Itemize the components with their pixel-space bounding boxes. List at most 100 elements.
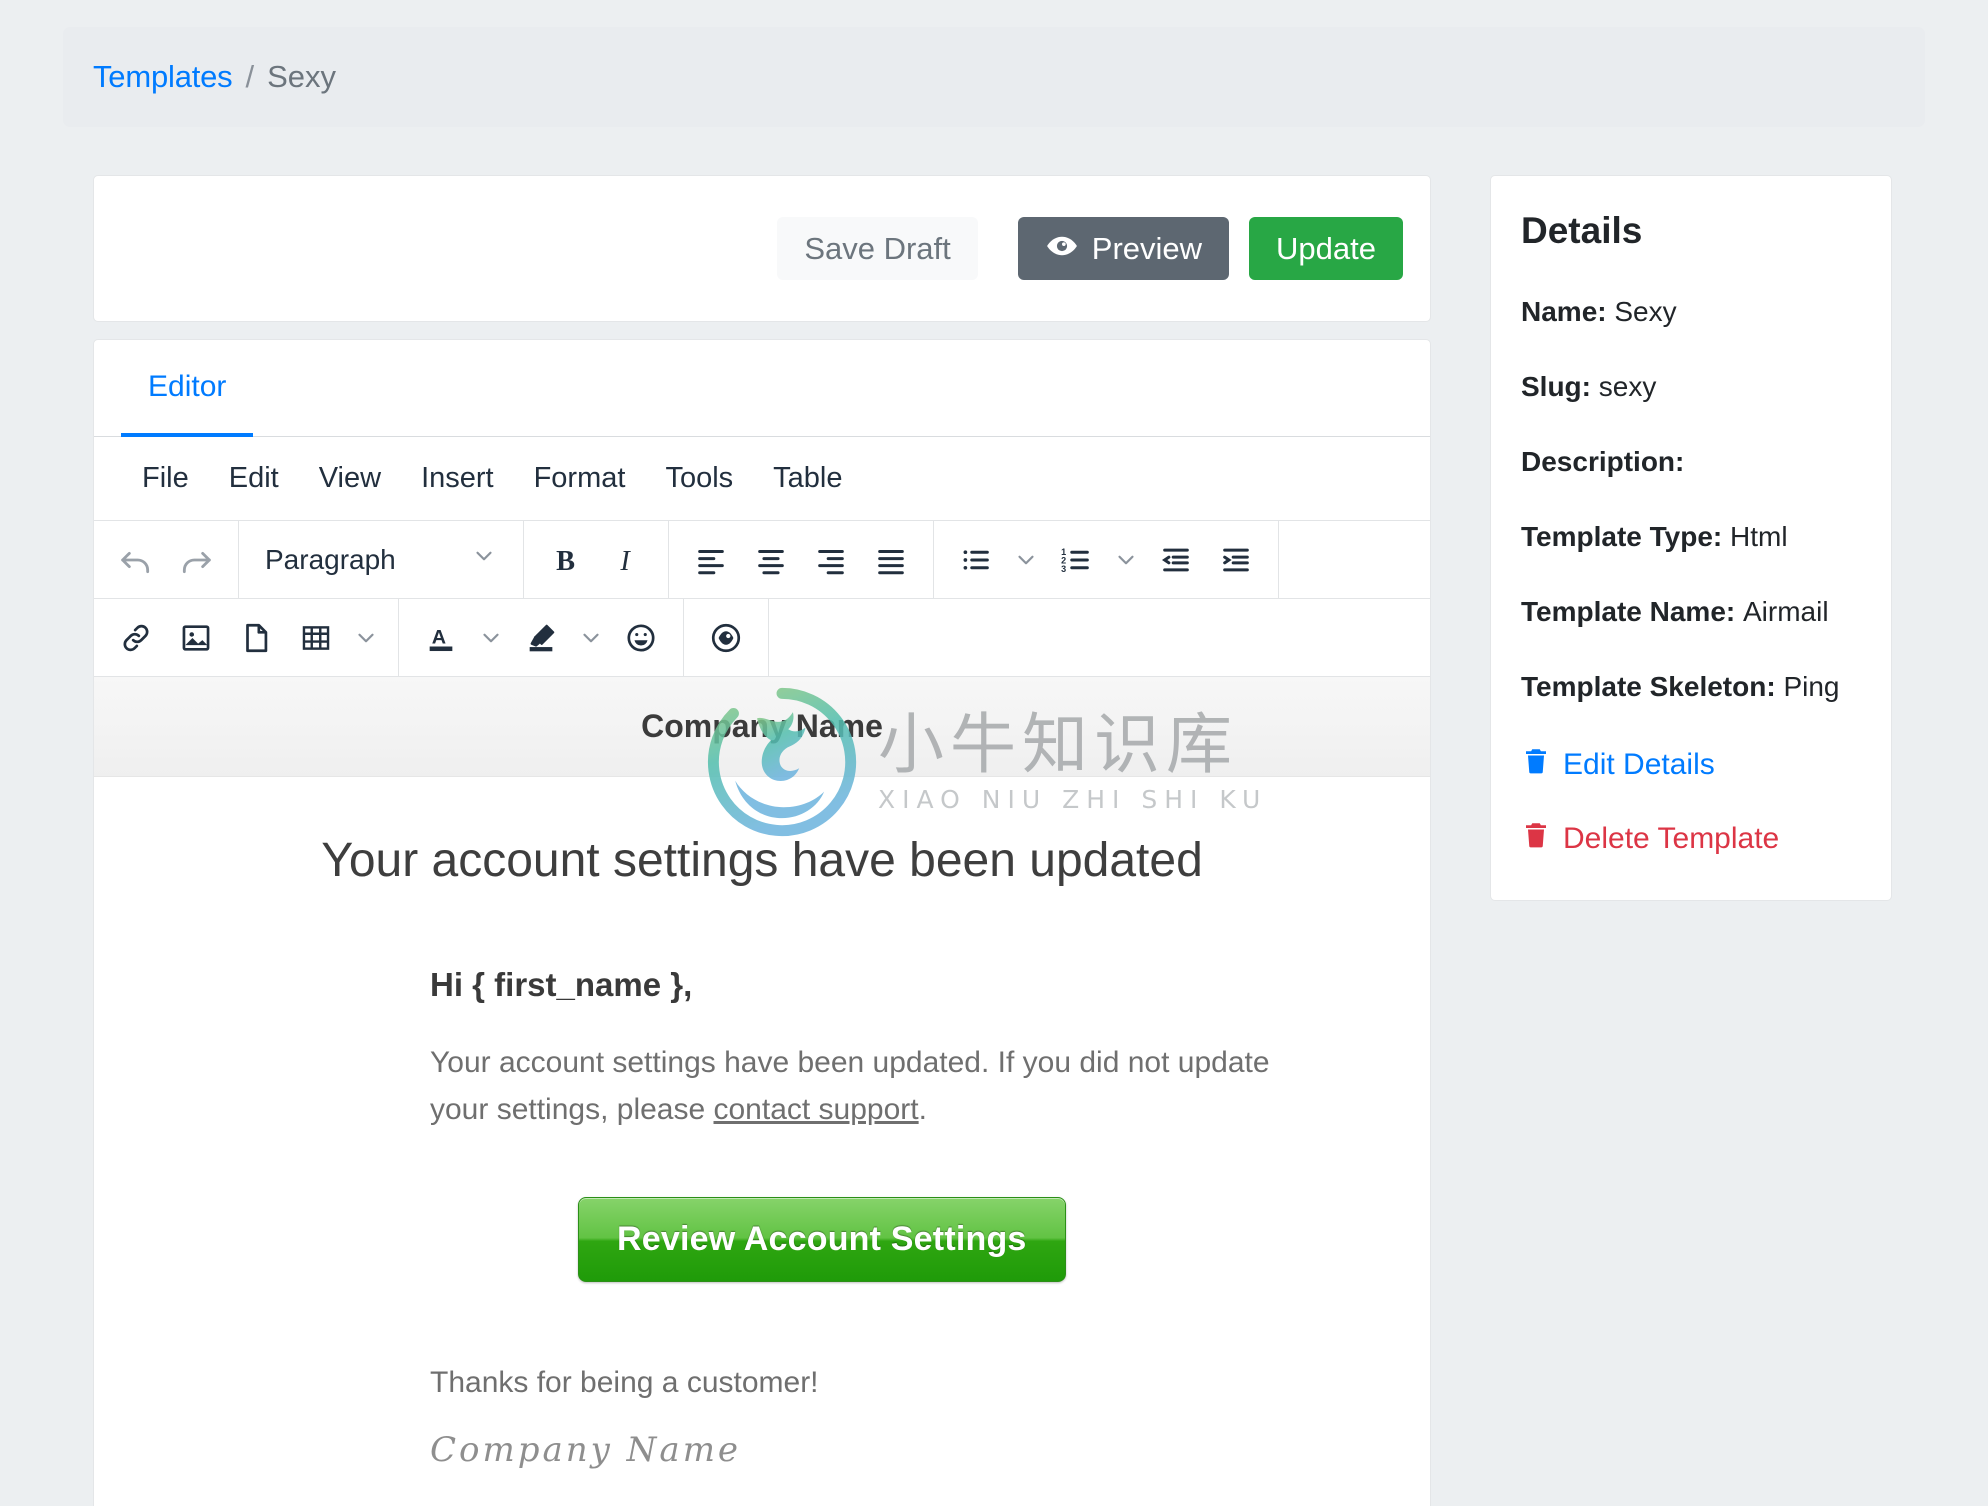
indent-icon[interactable] <box>1206 530 1266 590</box>
breadcrumb-separator: / <box>245 59 255 94</box>
toolbar-group-history <box>94 521 239 598</box>
menu-file[interactable]: File <box>122 456 209 501</box>
email-preview-content: Company Name 小牛知识库 XIAO NIU ZHI SHI KU Y… <box>94 677 1430 1506</box>
align-center-icon[interactable] <box>741 530 801 590</box>
contact-support-link[interactable]: contact support <box>714 1093 919 1126</box>
trash-icon <box>1521 820 1551 858</box>
link-icon[interactable] <box>106 608 166 668</box>
tab-editor[interactable]: Editor <box>121 340 254 437</box>
highlight-color-icon[interactable] <box>511 608 571 668</box>
eye-icon <box>1045 229 1079 268</box>
detail-value-template-skeleton: Ping <box>1783 671 1840 702</box>
toolbar-group-basicstyles: B I <box>524 521 669 598</box>
detail-value-template-name: Airmail <box>1743 596 1829 627</box>
email-title: Your account settings have been updated <box>321 834 1203 887</box>
toolbar-group-alignment <box>669 521 934 598</box>
email-header-band: Company Name <box>94 677 1430 777</box>
undo-icon[interactable] <box>106 530 166 590</box>
detail-label-description: Description: <box>1521 446 1685 477</box>
editor-column: Save Draft Preview Update Editor File Ed… <box>93 175 1431 1506</box>
detail-label-template-name: Template Name: <box>1521 596 1736 627</box>
detail-row-template-name: Template Name: Airmail <box>1521 596 1861 628</box>
align-left-icon[interactable] <box>681 530 741 590</box>
redo-icon[interactable] <box>166 530 226 590</box>
highlight-color-chevron-icon[interactable] <box>571 608 611 668</box>
trash-icon <box>1521 746 1551 784</box>
bullet-list-icon[interactable] <box>946 530 1006 590</box>
align-justify-icon[interactable] <box>861 530 921 590</box>
block-format-select[interactable]: Paragraph <box>251 530 511 590</box>
email-body: Hi { first_name }, Your account settings… <box>94 888 1430 1470</box>
toolbar-group-colors: A <box>399 599 684 676</box>
delete-template-label: Delete Template <box>1563 822 1780 855</box>
emoji-icon[interactable] <box>611 608 671 668</box>
toolbar-group-preview <box>684 599 769 676</box>
email-greeting: Hi { first_name }, <box>430 966 693 1003</box>
image-icon[interactable] <box>166 608 226 668</box>
menu-format[interactable]: Format <box>514 456 646 501</box>
detail-label-template-skeleton: Template Skeleton: <box>1521 671 1776 702</box>
align-right-icon[interactable] <box>801 530 861 590</box>
email-cta-wrapper: Review Account Settings <box>430 1197 1430 1282</box>
edit-details-link[interactable]: Edit Details <box>1521 746 1861 784</box>
detail-row-template-skeleton: Template Skeleton: Ping <box>1521 671 1861 703</box>
editor-menubar: File Edit View Insert Format Tools Table <box>94 437 1430 521</box>
bullet-list-chevron-icon[interactable] <box>1006 530 1046 590</box>
details-panel: Details Name: Sexy Slug: sexy Descriptio… <box>1490 175 1892 901</box>
detail-row-name: Name: Sexy <box>1521 296 1861 328</box>
italic-icon[interactable]: I <box>596 530 656 590</box>
detail-label-name: Name: <box>1521 296 1607 327</box>
save-draft-button[interactable]: Save Draft <box>777 217 978 280</box>
toolbar-group-blockformat: Paragraph <box>239 521 524 598</box>
detail-row-template-type: Template Type: Html <box>1521 521 1861 553</box>
menu-table[interactable]: Table <box>753 456 862 501</box>
menu-insert[interactable]: Insert <box>401 456 514 501</box>
table-icon[interactable] <box>286 608 346 668</box>
svg-text:I: I <box>619 545 631 576</box>
numbered-list-chevron-icon[interactable] <box>1106 530 1146 590</box>
numbered-list-icon[interactable]: 1 2 3 <box>1046 530 1106 590</box>
detail-label-slug: Slug: <box>1521 371 1591 402</box>
table-chevron-icon[interactable] <box>346 608 386 668</box>
chevron-down-icon <box>471 543 497 576</box>
svg-text:3: 3 <box>1061 563 1066 573</box>
breadcrumb-templates-link[interactable]: Templates <box>93 59 233 95</box>
email-bottom-spacer <box>94 1470 1430 1506</box>
preview-button-label: Preview <box>1091 231 1203 266</box>
email-signature: Company Name <box>430 1430 742 1470</box>
app-page: Templates / Sexy Save Draft Preview Upda… <box>0 0 1988 1506</box>
update-button[interactable]: Update <box>1249 217 1403 280</box>
review-account-settings-button[interactable]: Review Account Settings <box>578 1197 1066 1282</box>
editor-tabs: Editor <box>94 340 1430 437</box>
detail-value-name: Sexy <box>1614 296 1677 327</box>
editor-toolbar-row-2: A <box>94 599 1430 677</box>
delete-template-link[interactable]: Delete Template <box>1521 820 1861 858</box>
text-color-chevron-icon[interactable] <box>471 608 511 668</box>
svg-text:B: B <box>556 545 575 576</box>
editor-card: Editor File Edit View Insert Format Tool… <box>93 339 1431 1506</box>
editor-toolbar-row-1: Paragraph B I 1 2 3 <box>94 521 1430 599</box>
menu-edit[interactable]: Edit <box>209 456 299 501</box>
email-thanks: Thanks for being a customer! <box>430 1366 819 1399</box>
detail-value-template-type: Html <box>1730 521 1788 552</box>
template-actions-bar: Save Draft Preview Update <box>93 175 1431 322</box>
svg-text:A: A <box>432 626 446 648</box>
block-format-value: Paragraph <box>265 543 396 575</box>
toolbar-group-insert <box>94 599 399 676</box>
email-paragraph: Your account settings have been updated.… <box>430 1040 1290 1133</box>
outdent-icon[interactable] <box>1146 530 1206 590</box>
breadcrumb: Templates / Sexy <box>63 27 1925 127</box>
text-color-icon[interactable]: A <box>411 608 471 668</box>
page-break-icon[interactable] <box>226 608 286 668</box>
preview-button[interactable]: Preview <box>1017 217 1230 280</box>
menu-tools[interactable]: Tools <box>645 456 753 501</box>
detail-row-slug: Slug: sexy <box>1521 371 1861 403</box>
menu-view[interactable]: View <box>299 456 401 501</box>
email-company-name: Company Name <box>641 708 883 744</box>
preview-eye-icon[interactable] <box>696 608 756 668</box>
edit-details-label: Edit Details <box>1563 748 1715 781</box>
breadcrumb-current: Sexy <box>267 59 337 94</box>
detail-value-slug: sexy <box>1598 371 1657 402</box>
detail-row-description: Description: <box>1521 446 1861 478</box>
bold-icon[interactable]: B <box>536 530 596 590</box>
